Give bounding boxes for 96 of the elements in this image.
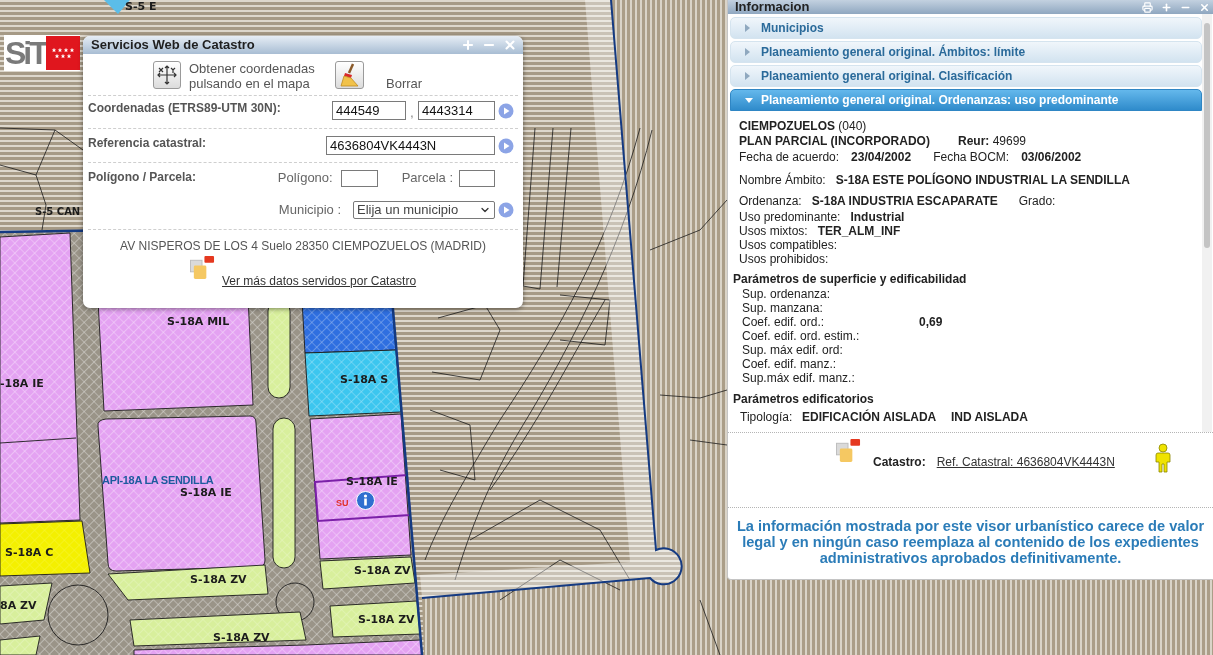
field-label: Sup.máx edif. manz.:	[742, 371, 856, 385]
field-label: Nombre Ámbito:	[739, 173, 826, 188]
cadastral-reference-field[interactable]: 4636804VK4443N	[326, 136, 495, 155]
caret-right-icon	[745, 48, 750, 56]
plan-type-text: PLAN PARCIAL (INCORPORADO)	[739, 134, 931, 149]
field-value: EDIFICACIÓN AISLADA	[802, 410, 938, 424]
pick-coordinates-label: Obtener coordenadas pulsando en el mapa	[189, 61, 316, 91]
map-label: S-18A ZV	[213, 631, 270, 644]
field-value: IND AISLADA	[951, 410, 1028, 424]
caret-right-icon	[745, 72, 750, 80]
close-icon[interactable]	[1199, 1, 1210, 13]
more-data-link[interactable]: Ver más datos servidos por Catastro	[222, 274, 417, 288]
section-heading: Parámetros de superficie y edificabilidad	[733, 272, 968, 286]
close-icon[interactable]	[503, 38, 517, 52]
park-strip	[0, 635, 41, 655]
map-label: -18A IE	[0, 377, 44, 390]
panel-title: Informacion	[735, 0, 810, 14]
parcel-field[interactable]	[459, 170, 495, 187]
field-label: Sup. ordenanza:	[742, 287, 832, 301]
field-value: 03/06/2002	[1021, 150, 1082, 165]
parcel-outline	[689, 439, 728, 446]
legal-disclaimer: La información mostrada por este visor urbanístico carece de valor legal y en ningún caso reemplaza al contenido de los expedientes administrativos aprobados definitivamente.	[735, 517, 1206, 566]
field-label: Usos compatibles:	[739, 238, 838, 252]
map-label: 8A ZV	[0, 599, 37, 612]
map-label: S-18A IE	[346, 475, 398, 488]
field-label: Sup. manzana:	[742, 301, 824, 315]
stacked-squares-icon	[190, 255, 215, 280]
print-icon[interactable]	[1142, 1, 1153, 13]
polygon-field[interactable]	[340, 170, 378, 187]
panel-title: Servicios Web de Catastro	[91, 37, 255, 53]
field-label: Coef. edif. manz.:	[742, 357, 838, 371]
clear-button[interactable]	[335, 61, 364, 89]
roundabout	[47, 584, 109, 646]
logo-text: SiT	[5, 37, 46, 69]
pick-coordinates-button[interactable]	[153, 61, 181, 89]
plus-icon[interactable]	[1161, 1, 1172, 13]
comma-separator: ,	[409, 105, 415, 122]
map-label: S-18A C	[5, 546, 54, 559]
caret-down-icon	[745, 97, 753, 103]
field-label: Polígono / Parcela:	[88, 170, 197, 184]
field-value: S-18A ESTE POLÍGONO INDUSTRIAL LA SENDILLA	[835, 173, 1130, 188]
broom-icon	[339, 63, 360, 87]
info-marker-icon[interactable]	[356, 491, 375, 510]
map-label: S-18A ZV	[358, 613, 415, 626]
map-label: S-18A IE	[180, 486, 232, 499]
accordion-header[interactable]: Planeamiento general original. Clasificación	[730, 65, 1202, 87]
field-label: Fecha BOCM:	[933, 150, 1010, 165]
section-heading: Parámetros edificatorios	[733, 392, 875, 406]
map-label: S-18A S	[340, 373, 389, 386]
axes-cross-icon	[157, 65, 177, 85]
field-value: Industrial	[850, 210, 905, 224]
field-value: S-18A INDUSTRIA ESCAPARATE	[811, 194, 998, 209]
accordion-header[interactable]: Municipios	[730, 17, 1202, 39]
field-label: Fecha de acuerdo:	[739, 150, 840, 165]
stacked-squares-icon	[836, 438, 861, 463]
scrollbar-thumb[interactable]	[1204, 23, 1210, 248]
field-label: Coordenadas (ETRS89-UTM 30N):	[88, 101, 281, 115]
field-label: Sup. máx edif. ord:	[742, 343, 844, 357]
field-label: Ordenanza:	[739, 194, 802, 209]
plus-icon[interactable]	[461, 38, 475, 52]
map-label: SU	[336, 497, 349, 510]
map-label: API-18A LA SENDILLA	[102, 474, 214, 487]
map-label: S-5 E	[125, 0, 157, 13]
field-label: Usos prohibidos:	[739, 252, 829, 266]
field-label: Tipología:	[740, 410, 794, 424]
coordinate-field[interactable]: 4443314	[418, 101, 495, 120]
field-value: 23/04/2002	[851, 150, 912, 165]
field-value: TER_ALM_INF	[817, 224, 901, 238]
map-label: S-18A ZV	[354, 564, 411, 577]
caret-right-icon	[745, 24, 750, 32]
clear-label[interactable]: Borrar	[386, 76, 423, 91]
field-label: Coef. edif. ord. estim.:	[742, 329, 861, 343]
reur-text: Reur: 49699	[958, 134, 1027, 149]
catastro-label: Catastro:	[873, 455, 926, 469]
field-label: Coef. edif. ord.:	[742, 315, 826, 329]
coordinate-field[interactable]: 444549	[332, 101, 406, 120]
field-label: Parcela :	[401, 170, 453, 185]
map-label: S-18A MIL	[167, 315, 230, 328]
cadastral-reference-link[interactable]: Ref. Catastral: 4636804VK4443N	[936, 455, 1115, 469]
field-label: Referencia catastral:	[88, 136, 207, 150]
map-label: S-5 CAN	[35, 205, 81, 218]
parcel-outline	[699, 599, 721, 655]
field-label: Usos mixtos:	[739, 224, 808, 238]
parcel-outline	[659, 389, 728, 399]
field-label: Polígono:	[277, 170, 333, 185]
map-label: S-18A ZV	[190, 573, 247, 586]
field-label: Grado:	[1018, 194, 1056, 209]
field-label: Municipio :	[278, 202, 341, 217]
park-strip	[0, 582, 53, 625]
accordion-header[interactable]: Planeamiento general original. Ámbitos: límite	[730, 41, 1202, 63]
address-text: AV NISPEROS DE LOS 4 Suelo 28350 CIEMPOZUELOS (MADRID)	[120, 239, 486, 254]
field-label: Uso predominante:	[739, 210, 841, 224]
person-icon[interactable]	[1154, 443, 1171, 473]
field-value: 0,69	[919, 315, 943, 329]
municipality-select[interactable]: Elija un municipio	[353, 201, 495, 219]
municipality-text: CIEMPOZUELOS (040)	[739, 119, 867, 133]
